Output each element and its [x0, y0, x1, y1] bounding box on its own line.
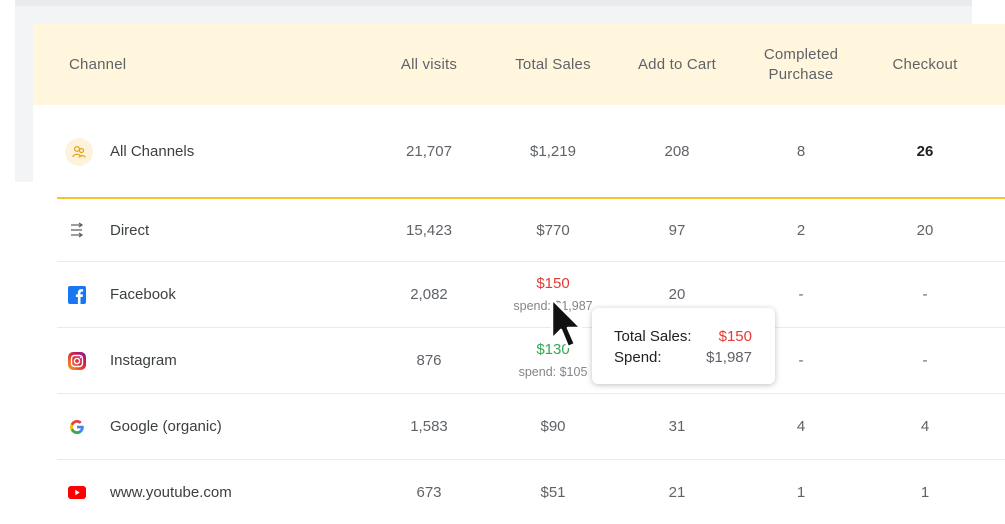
row-completed-purchase: 1 [796, 483, 806, 501]
tooltip-total-sales-value: $150 [718, 328, 752, 345]
summary-all-visits: 21,707 [406, 142, 452, 160]
summary-add-to-cart: 208 [664, 142, 690, 160]
header-total-sales[interactable]: Total Sales [493, 24, 613, 105]
row-all-visits: 1,583 [410, 418, 448, 435]
row-checkout: 20 [916, 221, 934, 239]
row-checkout: 1 [920, 483, 930, 501]
row-total-sales: $770 [536, 221, 570, 239]
summary-checkout: 26 [916, 142, 934, 160]
header-completed-line1: Completed [763, 45, 839, 63]
table-row[interactable]: Direct 15,423 $770 97 2 20 [57, 199, 1005, 261]
row-total-sales: $51 [540, 483, 566, 501]
summary-row[interactable]: All Channels 21,707 $1,219 208 8 26 [57, 105, 1005, 197]
row-channel-name: www.youtube.com [110, 483, 232, 501]
row-channel-name: Direct [110, 221, 150, 239]
table-row[interactable]: Instagram 876 $130 spend: $105 - - [57, 328, 1005, 393]
row-all-visits: 673 [416, 483, 442, 501]
tooltip-spend-value: $1,987 [706, 349, 752, 366]
tooltip-spend-label: Spend: [614, 349, 662, 366]
row-channel-name: Facebook [110, 286, 176, 303]
row-add-to-cart: 21 [668, 483, 686, 501]
channels-icon [65, 138, 93, 166]
header-completed-purchase[interactable]: Completed Purchase [741, 24, 861, 105]
table-row[interactable]: Facebook 2,082 $150 spend: $1,987 20 - - [57, 262, 1005, 327]
row-checkout: 4 [920, 418, 930, 435]
row-total-sales: $90 [540, 418, 566, 435]
row-all-visits: 2,082 [410, 286, 448, 303]
row-checkout: - [922, 352, 928, 369]
background-topbar [15, 0, 972, 6]
row-total-sales-value: $150 [536, 274, 570, 292]
row-all-visits: 15,423 [406, 221, 452, 239]
header-channel[interactable]: Channel [69, 24, 269, 105]
table-row[interactable]: www.youtube.com 673 $51 21 1 1 [57, 460, 1005, 524]
summary-completed-purchase: 8 [796, 142, 806, 160]
row-channel-name: Instagram [110, 352, 177, 369]
row-completed-purchase: 2 [796, 221, 806, 239]
youtube-icon [68, 486, 86, 499]
mouse-cursor-icon [549, 297, 587, 358]
instagram-icon [68, 352, 86, 370]
row-completed-purchase: 4 [796, 418, 806, 435]
facebook-icon [68, 286, 86, 304]
table-header: Channel All visits Total Sales Add to Ca… [33, 24, 1005, 105]
summary-total-sales: $1,219 [530, 142, 576, 160]
table-row[interactable]: Google (organic) 1,583 $90 31 4 4 [57, 394, 1005, 459]
row-add-to-cart: 97 [668, 221, 686, 239]
header-completed-line2: Purchase [768, 65, 834, 83]
tooltip-total-sales-label: Total Sales: [614, 328, 692, 345]
header-checkout[interactable]: Checkout [865, 24, 985, 105]
header-all-visits[interactable]: All visits [369, 24, 489, 105]
summary-channel-name: All Channels [110, 142, 195, 160]
row-all-visits: 876 [416, 352, 442, 369]
channel-table: Channel All visits Total Sales Add to Ca… [33, 24, 1005, 501]
row-channel-name: Google (organic) [110, 418, 222, 435]
sales-tooltip: Total Sales: $150 Spend: $1,987 [592, 308, 775, 384]
row-spend-value: spend: $105 [518, 364, 588, 379]
header-add-to-cart[interactable]: Add to Cart [617, 24, 737, 105]
row-add-to-cart: 31 [668, 418, 686, 435]
row-checkout: - [922, 286, 928, 303]
google-icon [67, 417, 87, 437]
direct-arrows-icon [67, 220, 87, 240]
